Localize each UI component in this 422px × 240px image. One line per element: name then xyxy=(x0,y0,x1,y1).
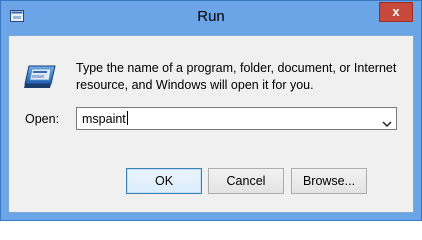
close-button[interactable]: x xyxy=(379,2,413,22)
run-program-icon xyxy=(24,63,58,91)
run-dialog-window: Run x Type the name of a program, folder… xyxy=(0,0,422,221)
open-label: Open: xyxy=(25,112,60,126)
open-input-value: mspaint xyxy=(82,112,126,126)
dialog-body: Type the name of a program, folder, docu… xyxy=(8,35,414,213)
close-icon: x xyxy=(392,4,400,19)
instruction-text: Type the name of a program, folder, docu… xyxy=(76,61,397,92)
title-bar[interactable]: Run x xyxy=(1,1,421,35)
text-caret xyxy=(126,111,128,125)
button-bar: OK Cancel Browse... xyxy=(9,151,413,212)
open-input[interactable]: mspaint xyxy=(82,111,128,126)
ok-button[interactable]: OK xyxy=(126,168,202,194)
open-combobox[interactable]: mspaint xyxy=(76,107,397,130)
chevron-down-icon[interactable] xyxy=(382,115,392,128)
cancel-button[interactable]: Cancel xyxy=(208,168,284,194)
window-title: Run xyxy=(197,8,225,25)
browse-button[interactable]: Browse... xyxy=(291,168,367,194)
